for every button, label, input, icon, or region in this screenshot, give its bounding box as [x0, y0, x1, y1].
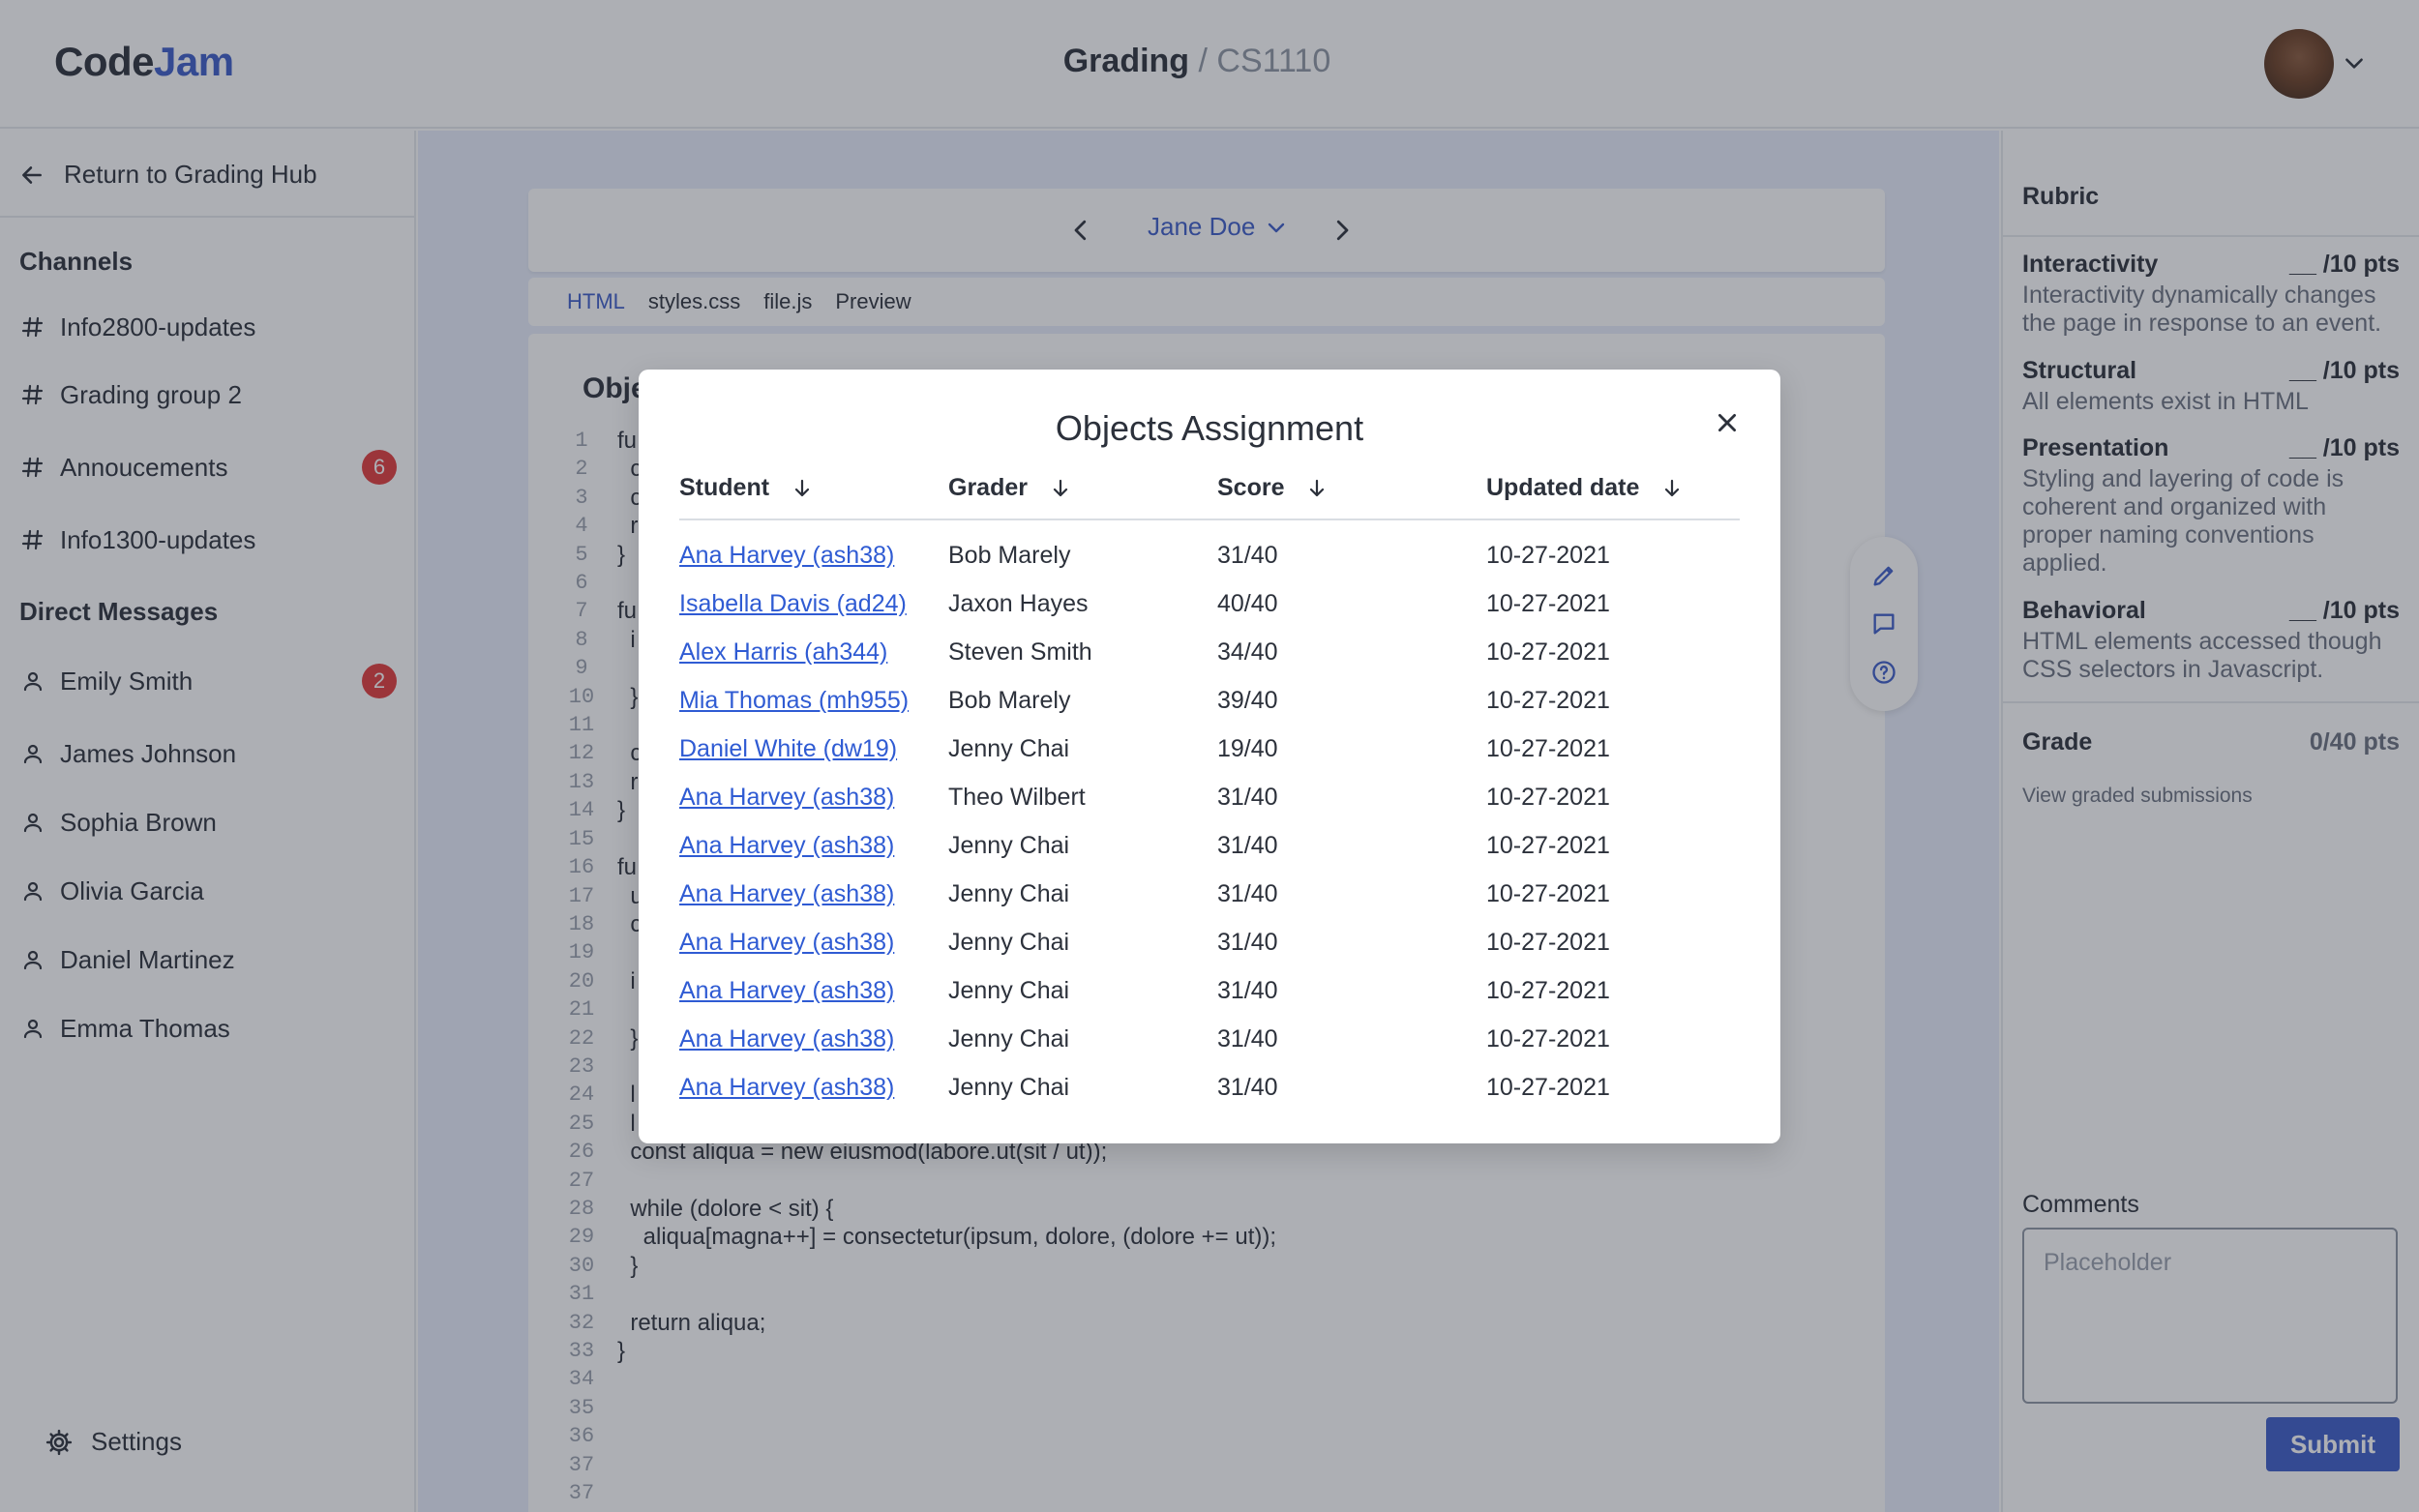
table-row: Mia Thomas (mh955) Bob Marely 39/40 10-27-2… [679, 677, 1740, 726]
student-link[interactable]: Ana Harvey (ash38) [679, 929, 894, 957]
date-cell: 10-27-2021 [1486, 638, 1610, 666]
table-row: Ana Harvey (ash38) Bob Marely 31/40 10-27-2… [679, 532, 1740, 580]
date-cell: 10-27-2021 [1486, 977, 1610, 1004]
column-label: Updated date [1486, 474, 1640, 501]
arrow-down-icon [1053, 479, 1068, 496]
student-link[interactable]: Ana Harvey (ash38) [679, 832, 894, 860]
date-cell: 10-27-2021 [1486, 784, 1610, 811]
date-cell: 10-27-2021 [1486, 1074, 1610, 1101]
column-label: Student [679, 474, 770, 501]
date-cell: 10-27-2021 [1486, 929, 1610, 956]
column-label: Grader [948, 474, 1028, 501]
grader-cell: Jaxon Hayes [948, 590, 1089, 617]
grader-cell: Jenny Chai [948, 880, 1070, 907]
score-cell: 31/40 [1217, 977, 1278, 1004]
table-row: Ana Harvey (ash38) Jenny Chai 31/40 10-27-2… [679, 1016, 1740, 1064]
table-row: Ana Harvey (ash38) Jenny Chai 31/40 10-27-2… [679, 871, 1740, 919]
arrow-down-icon [794, 479, 810, 496]
student-link[interactable]: Mia Thomas (mh955) [679, 687, 909, 715]
column-header-student[interactable]: Student [679, 474, 814, 502]
student-link[interactable]: Isabella Davis (ad24) [679, 590, 907, 618]
date-cell: 10-27-2021 [1486, 1025, 1610, 1052]
table-row: Ana Harvey (ash38) Jenny Chai 31/40 10-27-2… [679, 1064, 1740, 1112]
objects-assignment-modal: Objects Assignment Student Grader Score … [639, 370, 1780, 1143]
column-label: Score [1217, 474, 1285, 501]
score-cell: 34/40 [1217, 638, 1278, 666]
close-icon[interactable] [1715, 410, 1740, 435]
table-row: Ana Harvey (ash38) Theo Wilbert 31/40 10-27… [679, 774, 1740, 822]
score-cell: 19/40 [1217, 735, 1278, 762]
table-row: Ana Harvey (ash38) Jenny Chai 31/40 10-27-2… [679, 967, 1740, 1016]
student-link[interactable]: Daniel White (dw19) [679, 735, 897, 763]
arrow-down-icon [1665, 479, 1680, 496]
student-link[interactable]: Ana Harvey (ash38) [679, 977, 894, 1005]
score-cell: 31/40 [1217, 929, 1278, 956]
student-link[interactable]: Ana Harvey (ash38) [679, 1074, 894, 1102]
table-row: Isabella Davis (ad24) Jaxon Hayes 40/40 10-… [679, 580, 1740, 629]
arrow-down-icon [1310, 479, 1325, 496]
score-cell: 31/40 [1217, 832, 1278, 859]
column-header-updated-date[interactable]: Updated date [1486, 474, 1684, 502]
column-header-grader[interactable]: Grader [948, 474, 1072, 502]
score-cell: 31/40 [1217, 784, 1278, 811]
grader-cell: Jenny Chai [948, 735, 1070, 762]
grader-cell: Jenny Chai [948, 977, 1070, 1004]
score-cell: 31/40 [1217, 1074, 1278, 1101]
grader-cell: Jenny Chai [948, 1025, 1070, 1052]
date-cell: 10-27-2021 [1486, 832, 1610, 859]
table-row: Ana Harvey (ash38) Jenny Chai 31/40 10-27-2… [679, 822, 1740, 871]
column-header-score[interactable]: Score [1217, 474, 1329, 502]
modal-title: Objects Assignment [1055, 408, 1364, 448]
table-row: Alex Harris (ah344) Steven Smith 34/40 10-2… [679, 629, 1740, 677]
student-link[interactable]: Ana Harvey (ash38) [679, 542, 894, 570]
score-cell: 31/40 [1217, 542, 1278, 569]
grader-cell: Bob Marely [948, 687, 1071, 714]
table-row: Daniel White (dw19) Jenny Chai 19/40 10-27-… [679, 726, 1740, 774]
table-row: Ana Harvey (ash38) Jenny Chai 31/40 10-27-2… [679, 919, 1740, 967]
score-cell: 31/40 [1217, 1025, 1278, 1052]
student-link[interactable]: Ana Harvey (ash38) [679, 880, 894, 908]
student-link[interactable]: Ana Harvey (ash38) [679, 784, 894, 812]
grader-cell: Jenny Chai [948, 929, 1070, 956]
grader-cell: Theo Wilbert [948, 784, 1086, 811]
grader-cell: Steven Smith [948, 638, 1092, 666]
date-cell: 10-27-2021 [1486, 590, 1610, 617]
score-cell: 39/40 [1217, 687, 1278, 714]
grader-cell: Jenny Chai [948, 1074, 1070, 1101]
date-cell: 10-27-2021 [1486, 687, 1610, 714]
date-cell: 10-27-2021 [1486, 542, 1610, 569]
table-header: Student Grader Score Updated date [679, 466, 1740, 520]
student-link[interactable]: Ana Harvey (ash38) [679, 1025, 894, 1053]
grader-cell: Jenny Chai [948, 832, 1070, 859]
score-cell: 40/40 [1217, 590, 1278, 617]
student-link[interactable]: Alex Harris (ah344) [679, 638, 887, 667]
score-cell: 31/40 [1217, 880, 1278, 907]
grader-cell: Bob Marely [948, 542, 1071, 569]
date-cell: 10-27-2021 [1486, 880, 1610, 907]
date-cell: 10-27-2021 [1486, 735, 1610, 762]
